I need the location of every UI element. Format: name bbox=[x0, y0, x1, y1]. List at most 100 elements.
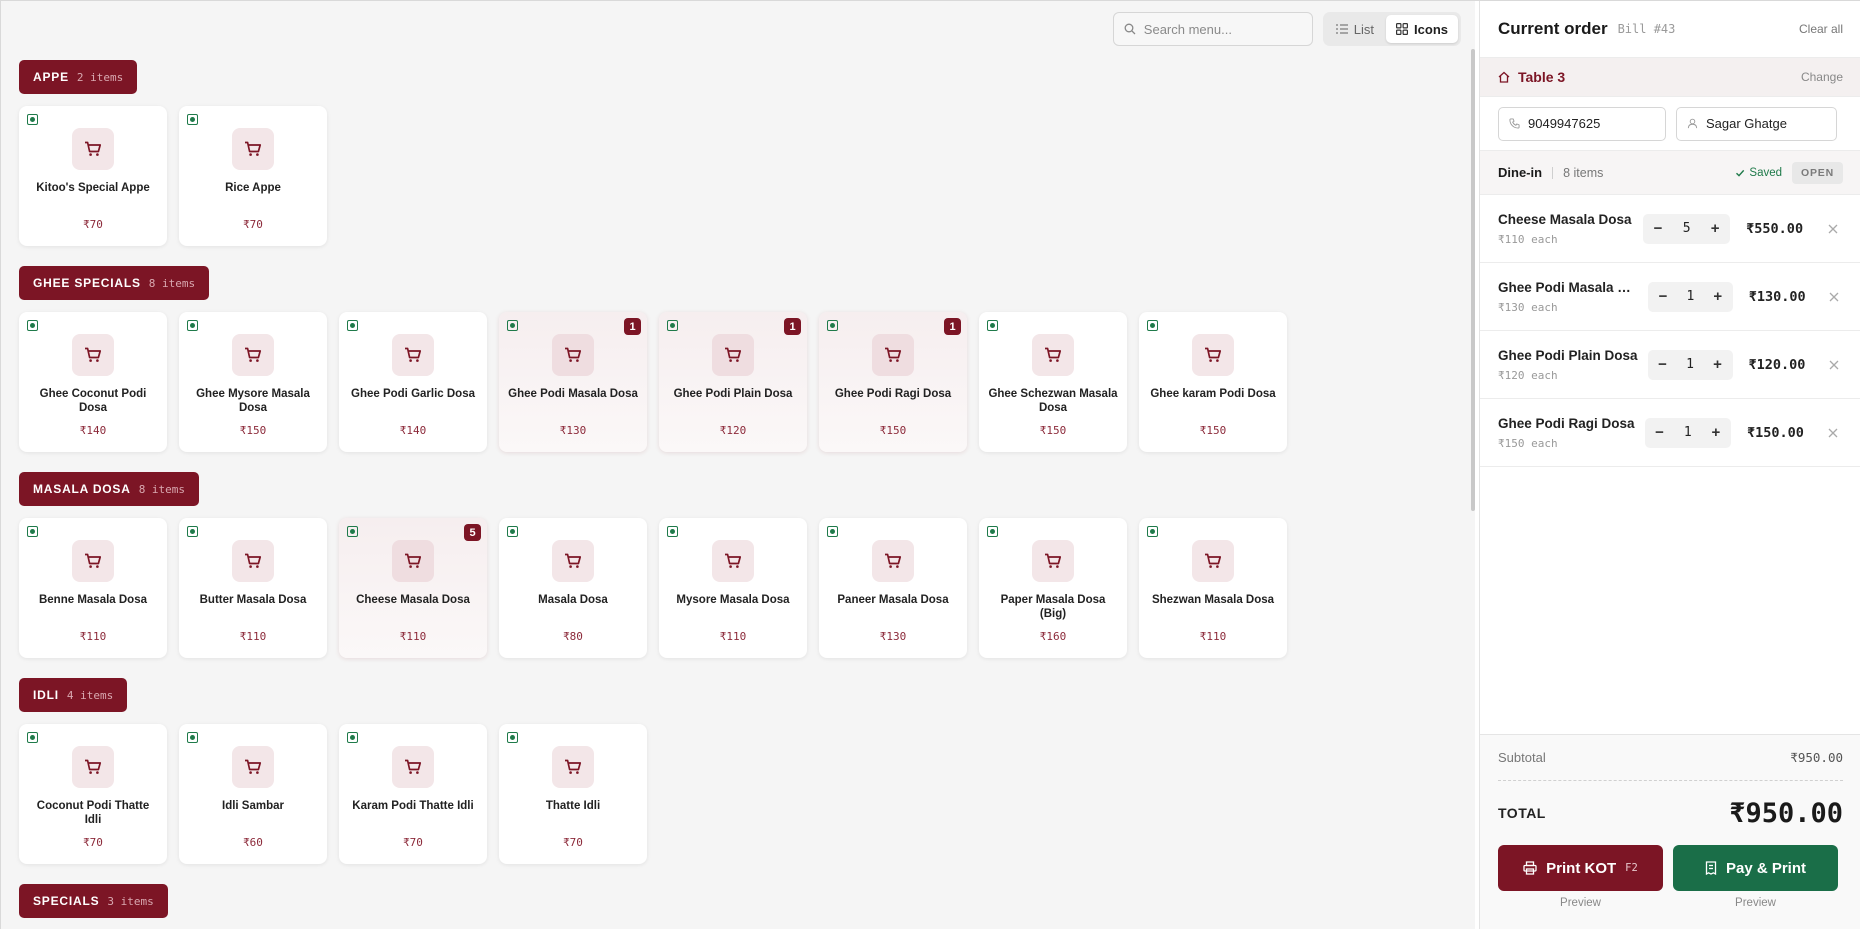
subtotal-value: ₹950.00 bbox=[1790, 750, 1843, 765]
menu-item-card[interactable]: Thatte Idli ₹70 bbox=[499, 724, 647, 864]
menu-item-card[interactable]: Paper Masala Dosa (Big) ₹160 bbox=[979, 518, 1127, 658]
order-actions: Print KOT F2 Preview Pay & Print Preview bbox=[1498, 845, 1843, 909]
customer-name-field[interactable] bbox=[1676, 106, 1837, 141]
menu-item-card[interactable]: 1 Ghee Podi Plain Dosa ₹120 bbox=[659, 312, 807, 452]
order-item-unit-price: ₹130 each bbox=[1498, 300, 1558, 314]
order-item-total: ₹150.00 bbox=[1746, 424, 1804, 441]
item-icon bbox=[392, 540, 434, 582]
decrease-quantity-button[interactable]: − bbox=[1652, 354, 1674, 376]
category-name: APPE bbox=[33, 70, 69, 84]
order-mode-row: Dine-in 8 items Saved OPEN bbox=[1480, 151, 1860, 195]
phone-icon bbox=[1509, 118, 1520, 129]
cart-icon bbox=[405, 553, 422, 568]
menu-item-name: Mysore Masala Dosa bbox=[676, 594, 790, 606]
bill-preview-link[interactable]: Preview bbox=[1673, 897, 1838, 909]
order-item-total: ₹130.00 bbox=[1748, 288, 1806, 305]
pay-print-button[interactable]: Pay & Print bbox=[1673, 845, 1838, 891]
table-name: Table 3 bbox=[1518, 69, 1566, 85]
search-input[interactable] bbox=[1143, 21, 1294, 37]
category-header[interactable]: GHEE SPECIALS 8 items bbox=[19, 266, 210, 300]
menu-item-card[interactable]: Rice Appe ₹70 bbox=[179, 106, 327, 246]
veg-indicator-icon bbox=[507, 320, 518, 331]
remove-item-button[interactable] bbox=[1824, 423, 1843, 443]
menu-item-card[interactable]: Ghee karam Podi Dosa ₹150 bbox=[1139, 312, 1287, 452]
order-item-total: ₹120.00 bbox=[1748, 356, 1806, 373]
search-box[interactable] bbox=[1112, 12, 1313, 46]
menu-scrollbar[interactable] bbox=[1471, 49, 1475, 511]
menu-item-grid: Ghee Coconut Podi Dosa ₹140 Ghee Mysore Ma… bbox=[19, 312, 1287, 452]
menu-item-card[interactable]: Ghee Mysore Masala Dosa ₹150 bbox=[179, 312, 327, 452]
total-row: TOTAL ₹950.00 bbox=[1498, 781, 1843, 845]
menu-item-card[interactable]: Paneer Masala Dosa ₹130 bbox=[819, 518, 967, 658]
menu-item-card[interactable]: Ghee Podi Garlic Dosa ₹140 bbox=[339, 312, 487, 452]
menu-item-card[interactable]: 1 Ghee Podi Masala Dosa ₹130 bbox=[499, 312, 647, 452]
veg-indicator-icon bbox=[507, 526, 518, 537]
increase-quantity-button[interactable]: + bbox=[1707, 286, 1729, 308]
menu-item-card[interactable]: Masala Dosa ₹80 bbox=[499, 518, 647, 658]
phone-input[interactable] bbox=[1528, 116, 1648, 131]
category-header[interactable]: IDLI 4 items bbox=[19, 678, 128, 712]
remove-item-button[interactable] bbox=[1824, 219, 1843, 239]
menu-item-name: Karam Podi Thatte Idli bbox=[352, 800, 474, 812]
home-icon bbox=[1498, 71, 1510, 83]
menu-item-grid: Benne Masala Dosa ₹110 Butter Masala Dosa ₹… bbox=[19, 518, 1287, 658]
view-icons-button[interactable]: Icons bbox=[1386, 15, 1458, 43]
menu-item-name: Idli Sambar bbox=[222, 800, 284, 812]
grid-icon bbox=[1396, 23, 1409, 35]
category-header[interactable]: SPECIALS 3 items bbox=[19, 884, 168, 918]
menu-item-card[interactable]: Mysore Masala Dosa ₹110 bbox=[659, 518, 807, 658]
order-item-unit-price: ₹120 each bbox=[1498, 368, 1558, 382]
decrease-quantity-button[interactable]: − bbox=[1652, 286, 1674, 308]
customer-name-input[interactable] bbox=[1706, 116, 1826, 131]
menu-item-card[interactable]: Shezwan Masala Dosa ₹110 bbox=[1139, 518, 1287, 658]
menu-item-name: Ghee Podi Plain Dosa bbox=[673, 388, 793, 400]
remove-item-button[interactable] bbox=[1824, 355, 1843, 375]
view-list-button[interactable]: List bbox=[1326, 15, 1384, 43]
cart-icon bbox=[1205, 347, 1222, 362]
clear-all-button[interactable]: Clear all bbox=[1799, 22, 1843, 36]
cart-icon bbox=[405, 759, 422, 774]
remove-item-button[interactable] bbox=[1824, 287, 1843, 307]
bill-number: Bill #43 bbox=[1617, 22, 1676, 36]
category-name: GHEE SPECIALS bbox=[33, 276, 141, 290]
item-icon bbox=[552, 746, 594, 788]
menu-item-card[interactable]: Kitoo's Special Appe ₹70 bbox=[19, 106, 167, 246]
menu-item-card[interactable]: Butter Masala Dosa ₹110 bbox=[179, 518, 327, 658]
change-table-button[interactable]: Change bbox=[1801, 70, 1843, 84]
increase-quantity-button[interactable]: + bbox=[1705, 422, 1727, 444]
increase-quantity-button[interactable]: + bbox=[1704, 218, 1726, 240]
increase-quantity-button[interactable]: + bbox=[1707, 354, 1729, 376]
kot-preview-link[interactable]: Preview bbox=[1498, 897, 1663, 909]
phone-field[interactable] bbox=[1498, 106, 1666, 141]
print-kot-button[interactable]: Print KOT F2 bbox=[1498, 845, 1663, 891]
category-header[interactable]: MASALA DOSA 8 items bbox=[19, 472, 200, 506]
item-icon bbox=[872, 540, 914, 582]
menu-item-card[interactable]: Ghee Schezwan Masala Dosa ₹150 bbox=[979, 312, 1127, 452]
menu-item-card[interactable]: Coconut Podi Thatte Idli ₹70 bbox=[19, 724, 167, 864]
category-header[interactable]: APPE 2 items bbox=[19, 60, 138, 94]
menu-item-card[interactable]: 5 Cheese Masala Dosa ₹110 bbox=[339, 518, 487, 658]
cart-icon bbox=[565, 759, 582, 774]
menu-item-price: ₹70 bbox=[83, 836, 103, 849]
quantity-stepper: −1 + bbox=[1644, 417, 1731, 448]
cart-icon bbox=[85, 553, 102, 568]
item-icon bbox=[232, 540, 274, 582]
quantity-badge: 5 bbox=[464, 524, 481, 541]
menu-item-card[interactable]: 1 Ghee Podi Ragi Dosa ₹150 bbox=[819, 312, 967, 452]
menu-item-card[interactable]: Ghee Coconut Podi Dosa ₹140 bbox=[19, 312, 167, 452]
cart-icon bbox=[885, 553, 902, 568]
view-list-label: List bbox=[1353, 21, 1375, 37]
decrease-quantity-button[interactable]: − bbox=[1647, 218, 1669, 240]
menu-item-card[interactable]: Karam Podi Thatte Idli ₹70 bbox=[339, 724, 487, 864]
order-mode[interactable]: Dine-in bbox=[1498, 165, 1542, 180]
user-icon bbox=[1687, 118, 1698, 129]
menu-item-price: ₹70 bbox=[403, 836, 423, 849]
menu-item-price: ₹120 bbox=[719, 424, 747, 437]
veg-indicator-icon bbox=[347, 320, 358, 331]
menu-item-card[interactable]: Benne Masala Dosa ₹110 bbox=[19, 518, 167, 658]
saved-label: Saved bbox=[1749, 166, 1783, 179]
decrease-quantity-button[interactable]: − bbox=[1649, 422, 1671, 444]
menu-item-name: Thatte Idli bbox=[545, 800, 601, 812]
menu-item-card[interactable]: Idli Sambar ₹60 bbox=[179, 724, 327, 864]
cart-icon bbox=[245, 347, 262, 362]
